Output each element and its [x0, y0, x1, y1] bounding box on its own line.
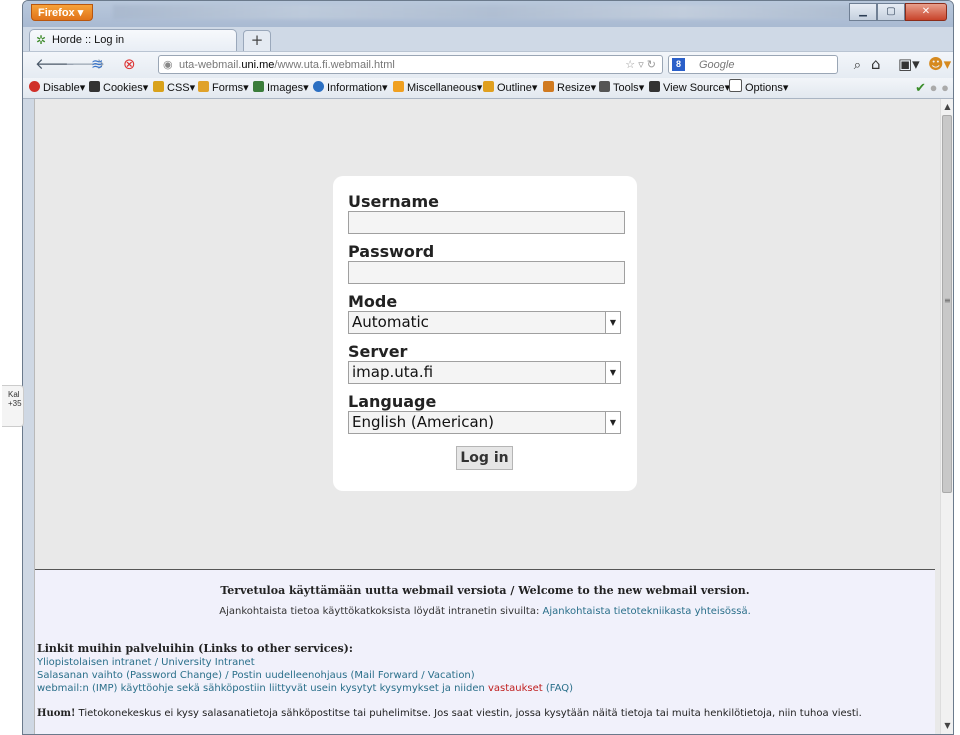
scroll-down-icon[interactable]: ▼ — [941, 720, 953, 732]
miscellaneous-icon — [393, 81, 404, 92]
username-label: Username — [348, 192, 439, 211]
links-heading: Linkit muihin palveluihin (Links to othe… — [37, 642, 353, 655]
password-input[interactable] — [348, 261, 625, 284]
search-icon[interactable]: ⌕ — [854, 56, 861, 74]
url-path: /www.uta.fi.webmail.html — [274, 59, 395, 71]
information-icon — [313, 81, 324, 92]
side-widget-line2: +35 — [8, 399, 22, 408]
grip-icon: ≡ — [944, 296, 951, 305]
login-button[interactable]: Log in — [456, 446, 513, 470]
mode-select[interactable]: Automatic ▼ — [348, 311, 621, 334]
tab-strip: ✲ Horde :: Log in + — [23, 27, 953, 52]
window-controls: ▁ ▢ ✕ — [849, 3, 947, 21]
search-input[interactable]: 8 Google ⌕ — [668, 55, 861, 74]
bookmark-star-icon[interactable]: ☆ ▿ ↻ — [625, 56, 656, 74]
warning-text: Tietokonekeskus ei kysy salasanatietoja … — [78, 708, 862, 719]
password-label: Password — [348, 242, 435, 261]
tab-title: Horde :: Log in — [52, 34, 125, 46]
bookmarks-menu-icon[interactable]: ▣▾ — [898, 55, 920, 73]
url-bar[interactable]: ◉ uta-webmail.uni.me/www.uta.fi.webmail.… — [158, 55, 663, 74]
horde-favicon-icon: ✲ — [36, 33, 47, 47]
bookmarks-blur — [113, 5, 873, 19]
firefox-menu-button[interactable]: Firefox ▾ — [31, 4, 93, 21]
web-developer-toolbar: Disable▾ Cookies▾ CSS▾ Forms▾ Images▾ In… — [23, 78, 953, 99]
tab-horde-login[interactable]: ✲ Horde :: Log in — [29, 29, 237, 51]
chevron-down-icon[interactable]: ▼ — [605, 412, 620, 433]
dev-item-miscellaneous[interactable]: Miscellaneous▾ — [393, 78, 482, 98]
forms-icon — [198, 81, 209, 92]
server-label: Server — [348, 342, 408, 361]
new-tab-button[interactable]: + — [243, 30, 271, 52]
wifi-icon[interactable]: ≋ — [91, 55, 104, 73]
dev-item-information[interactable]: Information▾ — [313, 78, 388, 98]
validation-check-icon[interactable]: ✔ ● ● — [915, 78, 949, 98]
faq-line: webmail:n (IMP) käyttöohje sekä sähköpos… — [37, 683, 573, 694]
scroll-up-icon[interactable]: ▲ — [941, 101, 953, 113]
faq-suffix: (FAQ) — [545, 683, 574, 694]
url-host: uni.me — [241, 59, 275, 71]
news-link[interactable]: Ajankohtaista tietotekniikasta yhteisöss… — [543, 606, 751, 617]
dev-item-images[interactable]: Images▾ — [253, 78, 309, 98]
google-engine-icon[interactable]: 8 — [672, 58, 685, 71]
warning-label: Huom! — [37, 708, 76, 719]
outline-icon — [483, 81, 494, 92]
search-placeholder: Google — [699, 59, 735, 71]
faq-answers-link[interactable]: vastaukset — [488, 683, 543, 694]
minimize-icon[interactable]: ▁ — [849, 3, 877, 21]
dev-item-view-source[interactable]: View Source▾ — [649, 78, 730, 98]
password-change-link[interactable]: Salasanan vaihto (Password Change) / Pos… — [37, 670, 475, 681]
images-icon — [253, 81, 264, 92]
side-widget[interactable]: Kal +35 — [2, 385, 24, 427]
view-source-icon — [649, 81, 660, 92]
home-icon[interactable]: ⌂ — [871, 55, 881, 73]
mode-label: Mode — [348, 292, 398, 311]
page-content: Username Password Mode Automatic ▼ Serve… — [34, 99, 941, 734]
url-prefix: uta-webmail. — [179, 59, 242, 71]
dev-item-tools[interactable]: Tools▾ — [599, 78, 644, 98]
server-value: imap.uta.fi — [352, 363, 434, 381]
stop-icon[interactable]: ⊗ — [123, 55, 136, 73]
dev-item-outline[interactable]: Outline▾ — [483, 78, 537, 98]
scroll-thumb[interactable]: ≡ — [942, 115, 952, 493]
language-select[interactable]: English (American) ▼ — [348, 411, 621, 434]
dev-item-cookies[interactable]: Cookies▾ — [89, 78, 148, 98]
mode-value: Automatic — [352, 313, 429, 331]
server-select[interactable]: imap.uta.fi ▼ — [348, 361, 621, 384]
welcome-heading: Tervetuloa käyttämään uutta webmail vers… — [220, 584, 750, 597]
username-input[interactable] — [348, 211, 625, 234]
cookies-icon — [89, 81, 100, 92]
intranet-link[interactable]: Yliopistolaisen intranet / University In… — [37, 657, 255, 668]
faq-link[interactable]: webmail:n (IMP) käyttöohje sekä sähköpos… — [37, 683, 485, 694]
info-footer: Tervetuloa käyttämään uutta webmail vers… — [35, 569, 935, 734]
options-icon — [729, 79, 742, 92]
dev-item-forms[interactable]: Forms▾ — [198, 78, 249, 98]
security-warning: Huom! Tietokonekeskus ei kysy salasanati… — [37, 708, 862, 719]
globe-icon: ◉ — [163, 59, 173, 71]
news-line: Ajankohtaista tietoa käyttökatkoksista l… — [35, 606, 935, 617]
chevron-down-icon[interactable]: ▼ — [605, 362, 620, 383]
dev-item-resize[interactable]: Resize▾ — [543, 78, 596, 98]
title-bar: Firefox ▾ ▁ ▢ ✕ — [23, 1, 953, 27]
login-form: Username Password Mode Automatic ▼ Serve… — [333, 176, 637, 491]
dev-item-disable[interactable]: Disable▾ — [29, 78, 85, 98]
tools-icon — [599, 81, 610, 92]
close-icon[interactable]: ✕ — [905, 3, 947, 21]
language-value: English (American) — [352, 413, 495, 431]
disable-icon — [29, 81, 40, 92]
navigation-bar: 🡐 🡒 ≋ ⊗ ◉ uta-webmail.uni.me/www.uta.fi.… — [23, 51, 953, 78]
resize-icon — [543, 81, 554, 92]
css-icon — [153, 81, 164, 92]
news-text: Ajankohtaista tietoa käyttökatkoksista l… — [219, 606, 540, 617]
chevron-down-icon[interactable]: ▼ — [605, 312, 620, 333]
language-label: Language — [348, 392, 437, 411]
dev-item-css[interactable]: CSS▾ — [153, 78, 195, 98]
vertical-scrollbar[interactable]: ▲ ≡ ▼ — [940, 99, 953, 734]
maximize-icon[interactable]: ▢ — [877, 3, 905, 21]
dev-item-options[interactable]: Options▾ — [729, 78, 788, 98]
greasemonkey-icon[interactable]: ☻▾ — [928, 55, 951, 73]
browser-window: Firefox ▾ ▁ ▢ ✕ ✲ Horde :: Log in + 🡐 🡒 … — [22, 0, 954, 735]
side-widget-line1: Kal — [8, 390, 20, 399]
